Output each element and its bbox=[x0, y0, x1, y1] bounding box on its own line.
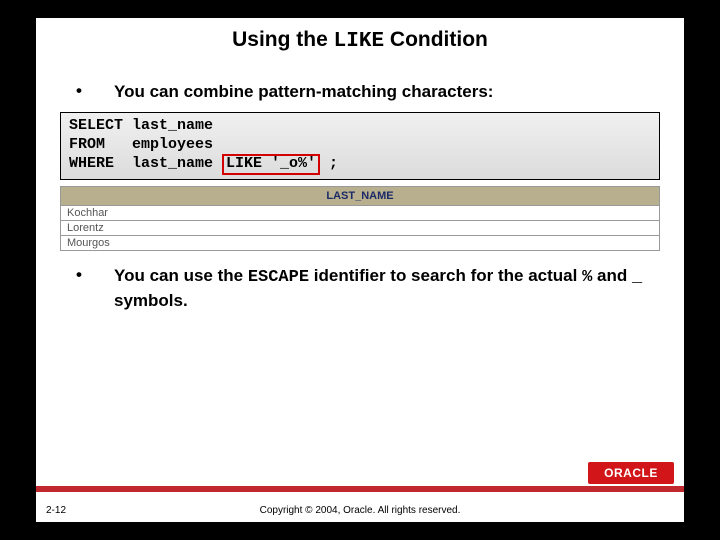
oracle-logo: ORACLE bbox=[588, 462, 674, 484]
footer-divider bbox=[36, 486, 684, 492]
results-row: Kochhar bbox=[61, 206, 659, 221]
code-line-1: SELECT last_name bbox=[69, 117, 213, 134]
query-results-table: LAST_NAME Kochhar Lorentz Mourgos bbox=[60, 186, 660, 251]
slide: Using the LIKE Condition • You can combi… bbox=[36, 18, 684, 522]
bullet-2-text: You can use the ESCAPE identifier to sea… bbox=[114, 265, 660, 313]
bullet-1: • You can combine pattern-matching chara… bbox=[36, 81, 684, 112]
bullet-1-text: You can combine pattern-matching charact… bbox=[114, 81, 660, 104]
code-line-3a: WHERE last_name bbox=[69, 155, 222, 172]
code-highlight: LIKE '_o%' bbox=[222, 154, 320, 175]
slide-title: Using the LIKE Condition bbox=[36, 28, 684, 53]
results-header-cell: LAST_NAME bbox=[61, 189, 659, 203]
sql-code-block: SELECT last_name FROM employees WHERE la… bbox=[60, 112, 660, 180]
bullet-2: • You can use the ESCAPE identifier to s… bbox=[36, 265, 684, 321]
bullet-marker: • bbox=[76, 81, 114, 101]
bullet-marker: • bbox=[76, 265, 114, 285]
results-row: Lorentz bbox=[61, 221, 659, 236]
code-line-2: FROM employees bbox=[69, 136, 213, 153]
results-row: Mourgos bbox=[61, 236, 659, 251]
slide-number: 2-12 bbox=[46, 505, 66, 516]
code-line-3b: ; bbox=[320, 155, 338, 172]
footer: 2-12 Copyright © 2004, Oracle. All right… bbox=[36, 505, 684, 516]
copyright-text: Copyright © 2004, Oracle. All rights res… bbox=[36, 505, 684, 516]
title-pre: Using the bbox=[232, 28, 334, 51]
title-keyword: LIKE bbox=[334, 30, 384, 53]
title-post: Condition bbox=[384, 28, 488, 51]
results-header: LAST_NAME bbox=[61, 187, 659, 206]
